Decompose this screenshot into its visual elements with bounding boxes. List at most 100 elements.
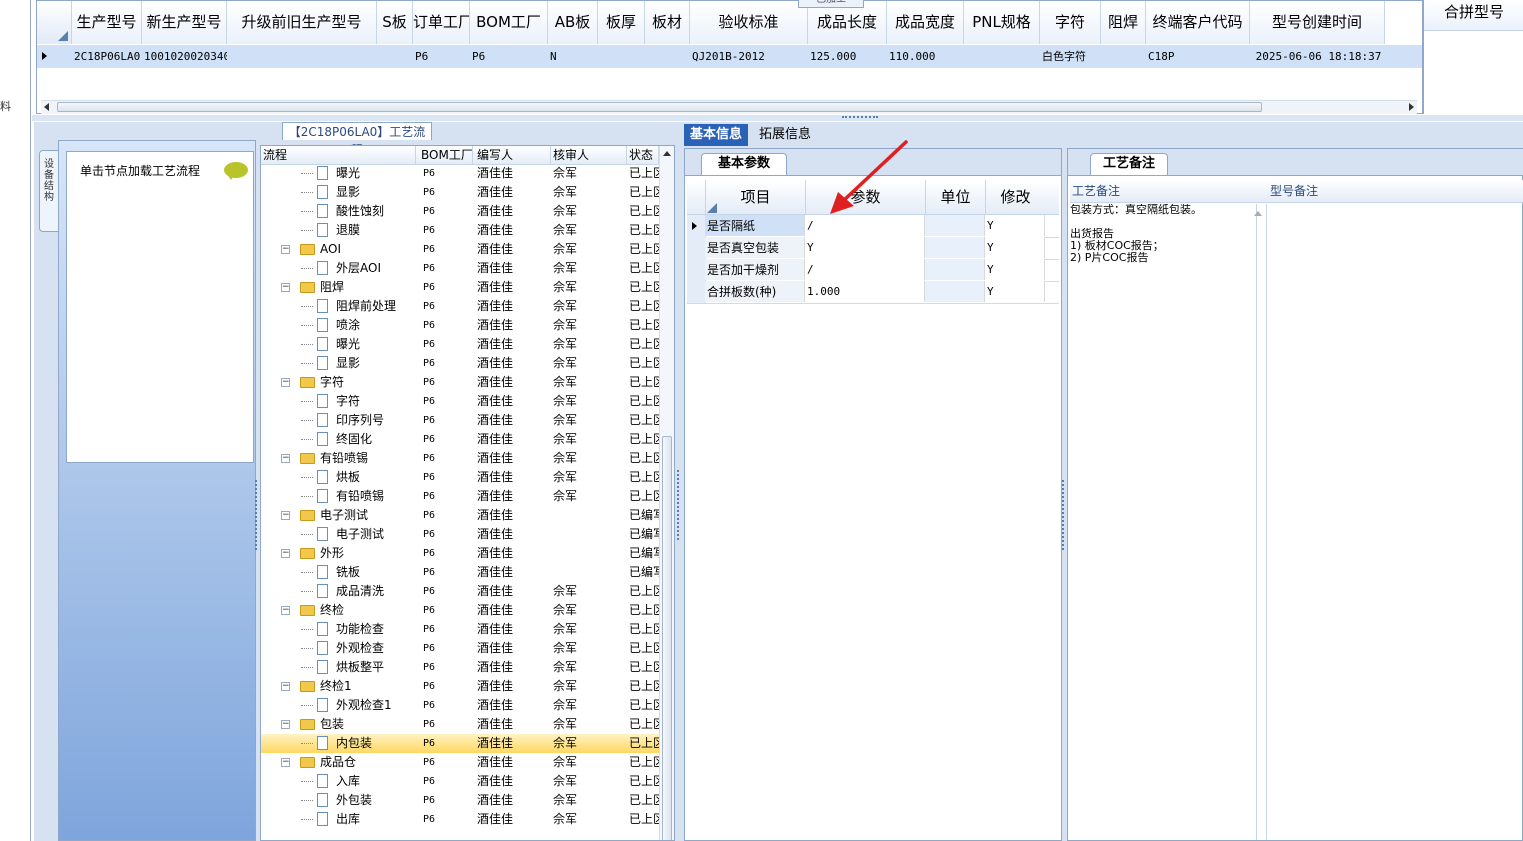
scroll-up-icon[interactable] <box>663 151 671 156</box>
column-header[interactable]: BOM工厂 <box>470 1 548 44</box>
param-unit-cell[interactable] <box>925 281 985 302</box>
param-modify-cell[interactable]: Y <box>985 215 1045 236</box>
grid-cell[interactable]: 10010200203407 <box>142 45 227 68</box>
flow-vscrollbar[interactable] <box>659 146 674 840</box>
collapse-toggle-icon[interactable]: − <box>281 549 290 558</box>
column-header[interactable]: PNL规格 <box>964 1 1040 44</box>
flow-tree-node[interactable]: 印序列号 P6 酒佳佳 佘军 已上区 <box>261 411 659 430</box>
flow-tree-node[interactable]: 曝光 P6 酒佳佳 佘军 已上区 <box>261 335 659 354</box>
param-row[interactable]: 是否加干燥剂 / Y <box>687 259 1059 282</box>
param-item-cell[interactable]: 是否隔纸 <box>705 215 805 236</box>
grid-cell[interactable] <box>227 45 377 68</box>
load-flow-box[interactable]: 单击节点加载工艺流程 <box>66 151 254 463</box>
horizontal-splitter[interactable] <box>32 115 1523 121</box>
flow-column-header[interactable]: 编写人 <box>475 146 551 164</box>
params-column-header[interactable]: 项目 <box>705 180 805 214</box>
flow-column-header[interactable]: 核审人 <box>551 146 627 164</box>
column-header[interactable]: AB板 <box>548 1 598 44</box>
flow-collapse-handle[interactable] <box>677 470 683 540</box>
param-unit-cell[interactable] <box>925 259 985 280</box>
param-param-cell[interactable]: Y <box>805 237 925 258</box>
flow-tree-node[interactable]: 外包装 P6 酒佳佳 佘军 已上区 <box>261 791 659 810</box>
flow-tree-node[interactable]: 成品清洗 P6 酒佳佳 佘军 已上区 <box>261 582 659 601</box>
collapse-toggle-icon[interactable]: − <box>281 606 290 615</box>
column-header[interactable]: 升级前旧生产型号 <box>227 1 377 44</box>
process-notes-text[interactable]: 包装方式：真空隔纸包装。 出货报告 1) 板材COC报告； 2) P片COC报告 <box>1070 204 1257 840</box>
column-header[interactable]: 订单工厂 <box>413 1 470 44</box>
flow-column-header[interactable]: 状态 <box>627 146 659 164</box>
grid-cell[interactable]: 2C18P06LA0 <box>72 45 142 68</box>
grid-cell[interactable]: 白色字符 <box>1040 45 1101 68</box>
column-header[interactable]: 板厚 <box>598 1 645 44</box>
column-header[interactable]: 验收标准 <box>690 1 808 44</box>
flow-tree-node[interactable]: 功能检查 P6 酒佳佳 佘军 已上区 <box>261 620 659 639</box>
flow-tree-node[interactable]: − 成品仓 P6 酒佳佳 佘军 已上区 <box>261 753 659 772</box>
flow-tree-node[interactable]: 显影 P6 酒佳佳 佘军 已上区 <box>261 354 659 373</box>
column-header[interactable]: 字符 <box>1040 1 1101 44</box>
collapse-toggle-icon[interactable]: − <box>281 682 290 691</box>
grid-cell[interactable]: N <box>548 45 598 68</box>
scroll-thumb[interactable] <box>57 102 1262 112</box>
grid-cell[interactable] <box>964 45 1040 68</box>
column-header[interactable]: 终端客户代码 <box>1146 1 1250 44</box>
grid-cell[interactable] <box>1101 45 1146 68</box>
param-item-cell[interactable]: 合拼板数(种) <box>705 281 805 302</box>
flow-tree-node[interactable]: − 阻焊 P6 酒佳佳 佘军 已上区 <box>261 278 659 297</box>
flow-tree-node[interactable]: 退膜 P6 酒佳佳 佘军 已上区 <box>261 221 659 240</box>
tab-process-notes[interactable]: 工艺备注 <box>1090 153 1168 175</box>
column-header[interactable]: 板材 <box>645 1 690 44</box>
collapse-toggle-icon[interactable]: − <box>281 720 290 729</box>
column-header[interactable]: 阻焊 <box>1101 1 1146 44</box>
flow-column-header[interactable]: 流程 <box>261 146 416 164</box>
flow-tree-node[interactable]: 终固化 P6 酒佳佳 佘军 已上区 <box>261 430 659 449</box>
param-item-cell[interactable]: 是否加干燥剂 <box>705 259 805 280</box>
grid-cell[interactable] <box>645 45 690 68</box>
flow-tree-node[interactable]: − 包装 P6 酒佳佳 佘军 已上区 <box>261 715 659 734</box>
column-header[interactable]: S板 <box>377 1 413 44</box>
flow-tree-node[interactable]: 电子测试 P6 酒佳佳 已编写 <box>261 525 659 544</box>
flow-tree-node[interactable]: 曝光 P6 酒佳佳 佘军 已上区 <box>261 164 659 183</box>
flow-tree-node[interactable]: 外层AOI P6 酒佳佳 佘军 已上区 <box>261 259 659 278</box>
collapse-toggle-icon[interactable]: − <box>281 283 290 292</box>
collapse-toggle-icon[interactable]: − <box>281 454 290 463</box>
param-unit-cell[interactable] <box>925 215 985 236</box>
flow-tree-node[interactable]: − 终检 P6 酒佳佳 佘军 已上区 <box>261 601 659 620</box>
grid-cell[interactable]: QJ201B-2012 <box>690 45 808 68</box>
grid-hscrollbar[interactable] <box>41 100 1417 114</box>
param-row[interactable]: 是否真空包装 Y Y <box>687 237 1059 260</box>
param-row[interactable]: 合拼板数(种) 1.000 Y <box>687 281 1059 304</box>
collapse-toggle-icon[interactable]: − <box>281 758 290 767</box>
grid-data-row[interactable]: 2C18P06LA010010200203407P6P6NQJ201B-2012… <box>37 45 1422 68</box>
flow-tree-node[interactable]: 字符 P6 酒佳佳 佘军 已上区 <box>261 392 659 411</box>
tab-basic-info[interactable]: 基本信息 <box>684 124 748 146</box>
flow-tree-node[interactable]: 有铅喷锡 P6 酒佳佳 佘军 已上区 <box>261 487 659 506</box>
flow-tree-node[interactable]: 铣板 P6 酒佳佳 已编写 <box>261 563 659 582</box>
flow-tree-node[interactable]: 外观检查1 P6 酒佳佳 佘军 已上区 <box>261 696 659 715</box>
param-param-cell[interactable]: / <box>805 259 925 280</box>
grid-cell[interactable] <box>598 45 645 68</box>
tab-basic-params[interactable]: 基本参数 <box>701 153 787 175</box>
flow-tree-node[interactable]: − 电子测试 P6 酒佳佳 已编写 <box>261 506 659 525</box>
param-item-cell[interactable]: 是否真空包装 <box>705 237 805 258</box>
column-header[interactable]: 生产型号 <box>72 1 142 44</box>
flow-tree-node[interactable]: − 字符 P6 酒佳佳 佘军 已上区 <box>261 373 659 392</box>
collapse-toggle-icon[interactable]: − <box>281 378 290 387</box>
params-column-header[interactable]: 修改 <box>985 180 1045 214</box>
scroll-right-icon[interactable] <box>1409 103 1414 111</box>
column-header[interactable]: 新生产型号 <box>142 1 227 44</box>
grid-cell[interactable]: C18P <box>1146 45 1250 68</box>
notes-scroll-up-icon[interactable] <box>1254 211 1262 216</box>
collapse-toggle-icon[interactable]: − <box>281 511 290 520</box>
tab-extended-info[interactable]: 拓展信息 <box>752 124 818 146</box>
param-param-cell[interactable]: 1.000 <box>805 281 925 302</box>
grid-cell[interactable] <box>377 45 413 68</box>
param-unit-cell[interactable] <box>925 237 985 258</box>
param-modify-cell[interactable]: Y <box>985 259 1045 280</box>
flow-scroll-thumb[interactable] <box>662 436 672 840</box>
collapse-toggle-icon[interactable]: − <box>281 245 290 254</box>
flow-tree-node[interactable]: − 终检1 P6 酒佳佳 佘军 已上区 <box>261 677 659 696</box>
flow-tree-node[interactable]: 内包装 P6 酒佳佳 佘军 已上区 <box>261 734 659 753</box>
grid-cell[interactable]: 110.000 <box>887 45 964 68</box>
grid-cell[interactable]: P6 <box>413 45 470 68</box>
flow-tree-node[interactable]: − 有铅喷锡 P6 酒佳佳 佘军 已上区 <box>261 449 659 468</box>
